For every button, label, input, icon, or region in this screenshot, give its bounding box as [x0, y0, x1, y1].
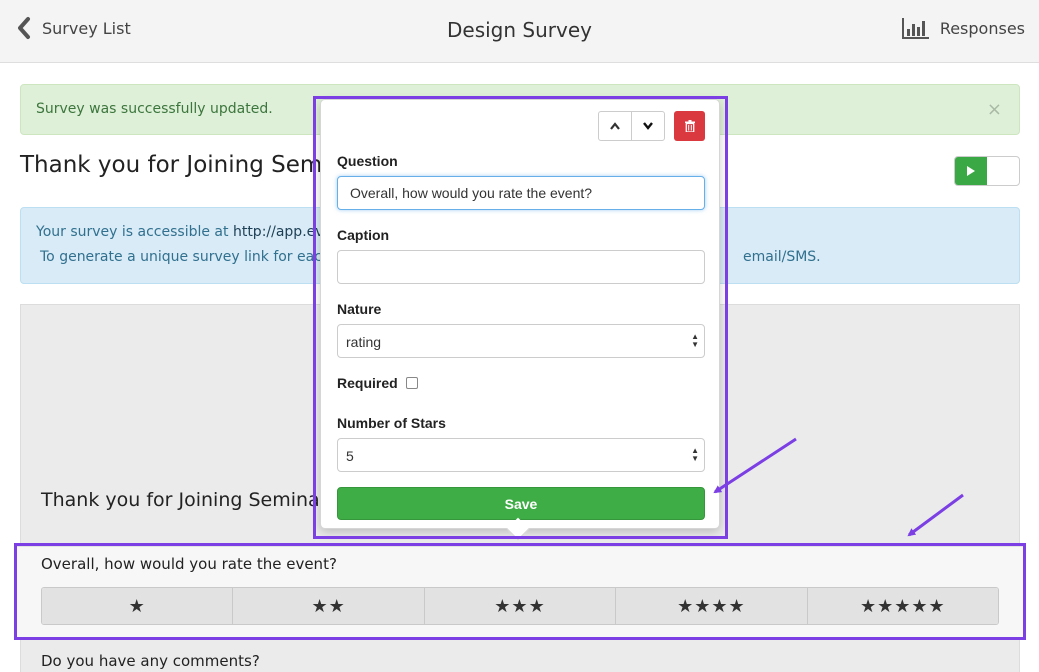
info-line-unique-link: To generate a unique survey link for eac…	[40, 249, 343, 265]
alert-message: Survey was successfully updated.	[36, 101, 273, 117]
info-line-url: Your survey is accessible at http://app.…	[36, 224, 342, 240]
info-line-tail: email/SMS.	[743, 249, 821, 265]
responses-label: Responses	[939, 18, 1025, 38]
responses-button[interactable]: Responses	[901, 17, 1025, 39]
page-title: Design Survey	[447, 18, 592, 42]
bar-chart-icon	[901, 18, 929, 39]
top-bar: Survey List Design Survey Responses	[0, 0, 1039, 63]
annotation-highlight-editor	[313, 96, 728, 539]
annotation-highlight-question	[14, 543, 1026, 640]
next-question-text: Do you have any comments?	[41, 652, 260, 670]
survey-title: Thank you for Joining Sem	[20, 152, 323, 178]
publish-toggle[interactable]	[954, 156, 1020, 186]
play-icon	[955, 157, 987, 185]
close-icon[interactable]: ×	[987, 99, 1002, 120]
preview-title: Thank you for Joining Semina	[41, 489, 320, 511]
